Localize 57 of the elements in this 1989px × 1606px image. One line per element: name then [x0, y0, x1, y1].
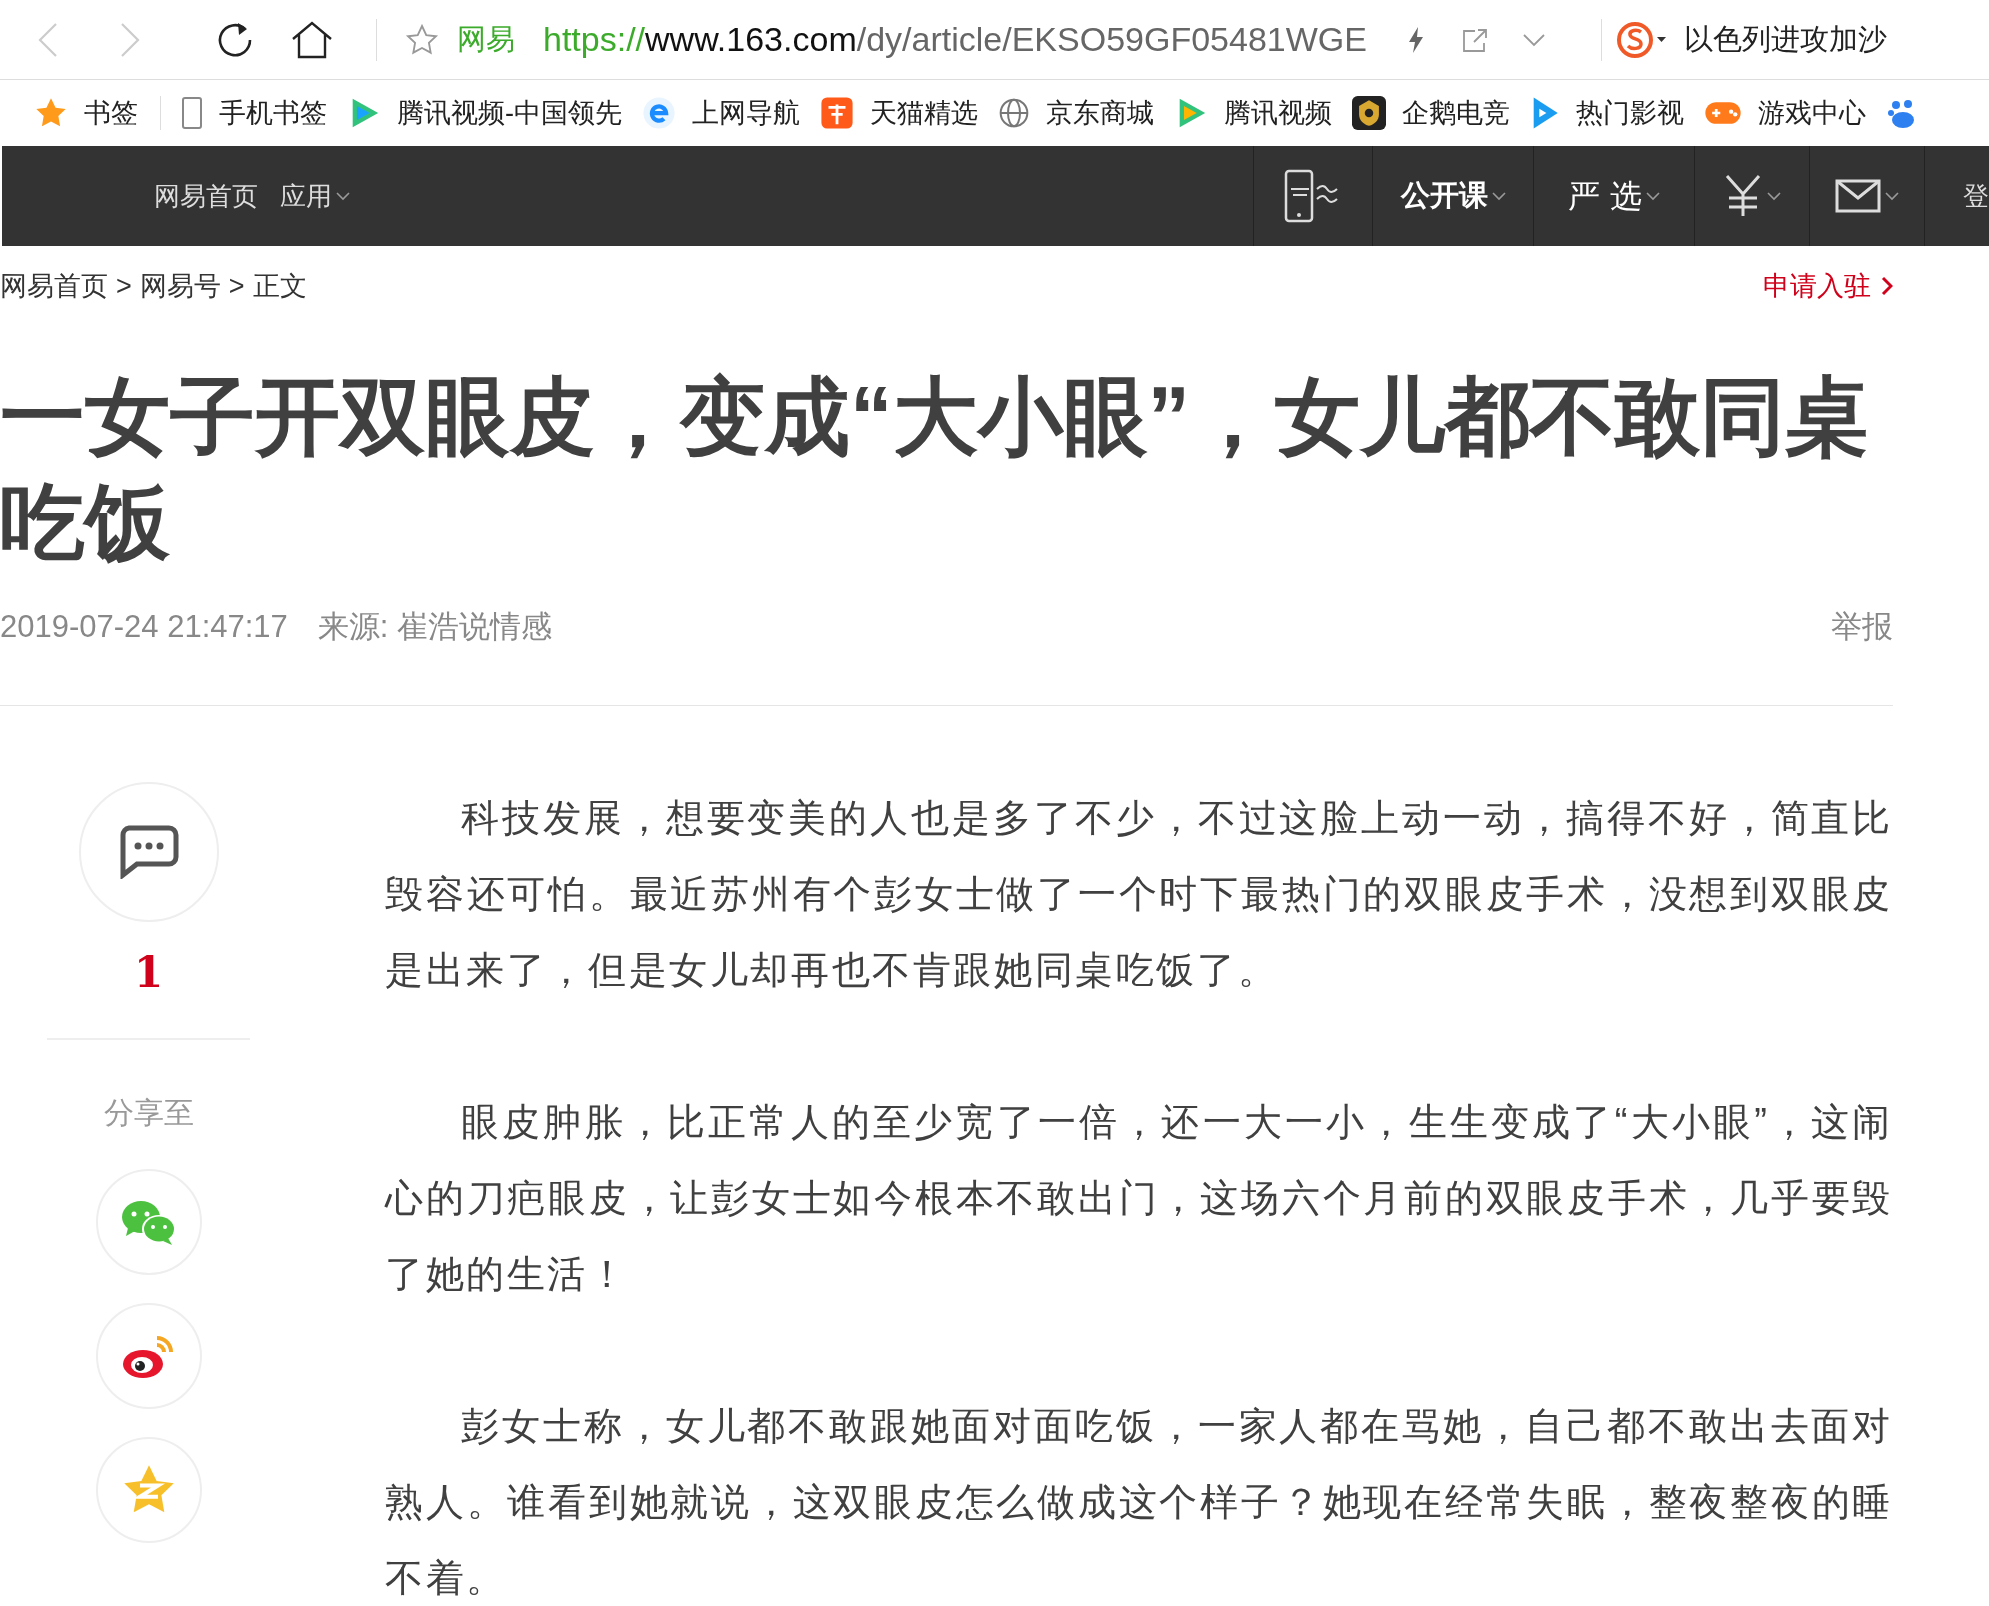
article-title: 一女子开双眼皮，变成“大小眼”，女儿都不敢同桌吃饭 [0, 368, 1871, 572]
breadcrumb-current: 正文 [252, 269, 307, 303]
bookmark-link[interactable]: 天猫精选 [820, 92, 978, 134]
mail-icon [1835, 179, 1881, 213]
article-paragraph: 眼皮肿胀，比正常人的至少宽了一倍，还一大一小，生生变成了“大小眼”，这闹心的刀疤眼皮，让彭女士如今根本不敢出门，这场六个月前的双眼皮手术，几乎要毁了她的生活！ [385, 1099, 1893, 1297]
address-bar[interactable]: 网易 https://www.163.com/dy/article/EKSO59GF05481WGE [405, 9, 1585, 70]
login-link[interactable]: 登 [1963, 176, 1989, 216]
badge-icon [1352, 96, 1386, 130]
phone-icon [181, 96, 203, 130]
bookmark-link[interactable]: 上网导航 [642, 92, 800, 134]
lightning-icon[interactable] [1406, 25, 1425, 54]
apply-link[interactable]: 申请入驻 [1763, 265, 1893, 307]
publish-time: 2019-07-24 21:47:17 [0, 608, 288, 646]
bookmark-link[interactable]: 企鹅电竞 [1352, 92, 1510, 134]
bookmark-link[interactable]: 热门影视 [1530, 92, 1684, 134]
wechat-share-button[interactable] [95, 1168, 202, 1275]
breadcrumb-link[interactable]: 网易号 [139, 265, 221, 307]
nav-link[interactable]: 网易首页 [154, 176, 258, 216]
breadcrumb-separator: > [228, 269, 245, 303]
article-paragraph: 科技发展，想要变美的人也是多了不少，不过这脸上动一动，搞得不好，简直比毁容还可怕。最近苏州有个彭女士做了一个时下最热门的双眼皮手术，没想到双眼皮是出来了，但是女儿却再也不肯跟她同桌吃饭了。 [385, 795, 1893, 993]
comment-button[interactable] [78, 781, 219, 922]
caret-icon [1646, 191, 1661, 201]
search-engine-icon[interactable] [1616, 19, 1668, 60]
chevron-right-icon [1881, 276, 1893, 296]
report-link[interactable]: 举报 [1831, 604, 1893, 651]
nav-link[interactable]: 公开课 [1373, 146, 1533, 246]
star-outline-icon[interactable] [405, 23, 439, 56]
caret-icon [1491, 191, 1506, 201]
share-label: 分享至 [103, 1094, 194, 1131]
bookmark-link[interactable]: 书签 [34, 92, 138, 134]
search-box[interactable]: 以色列进攻加沙 [1616, 9, 1887, 70]
bookmark-link[interactable]: 腾讯视频-中国领先 [347, 92, 622, 134]
bookmark-link[interactable]: 手机书签 [181, 92, 327, 134]
bookmark-link[interactable]: 游戏中心 [1704, 92, 1866, 134]
search-text: 以色列进攻加沙 [1684, 21, 1887, 57]
nav-link[interactable]: 严 选 [1534, 146, 1694, 246]
globe-icon [998, 97, 1030, 129]
browser-e-icon [642, 96, 676, 130]
weibo-share-button[interactable] [95, 1302, 202, 1409]
bookmark-link[interactable]: 京东商城 [998, 92, 1154, 134]
caret-icon [1885, 191, 1899, 201]
url-text[interactable]: https://www.163.com/dy/article/EKSO59GF05481WGE [543, 14, 1367, 65]
comment-count: 1 [133, 947, 164, 998]
bookmark-link[interactable]: 腾讯视频 [1174, 92, 1332, 134]
site-label: 网易 [457, 21, 515, 57]
chevron-down-icon[interactable] [1522, 32, 1545, 47]
caret-icon [1767, 191, 1781, 201]
breadcrumb-separator: > [116, 269, 132, 303]
caret-icon [336, 191, 350, 201]
star-icon [34, 97, 68, 129]
comment-icon [118, 824, 179, 879]
breadcrumb-link[interactable]: 网易首页 [0, 265, 108, 307]
share-icon[interactable] [1460, 26, 1489, 53]
yuan-icon [1723, 174, 1763, 218]
article-paragraph: 彭女士称，女儿都不敢跟她面对面吃饭，一家人都在骂她，自己都不敢出去面对熟人。谁看到她就说，这双眼皮怎么做成这个样子？她现在经常失眠，整夜整夜的睡不着。 [385, 1403, 1893, 1601]
nav-link[interactable]: 应用 [280, 176, 350, 216]
article-source: 来源: 崔浩说情感 [317, 608, 553, 646]
